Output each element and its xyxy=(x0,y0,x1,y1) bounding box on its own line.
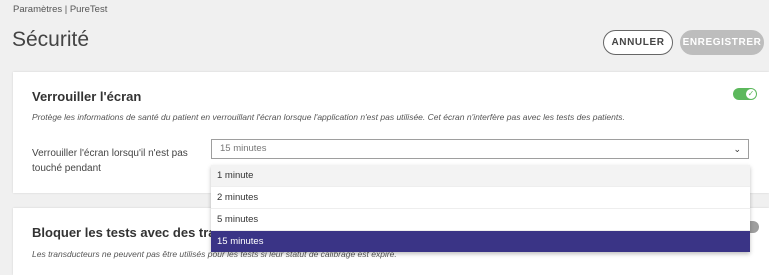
option-2-minutes[interactable]: 2 minutes xyxy=(211,187,750,209)
lock-timeout-value: 15 minutes xyxy=(220,143,267,154)
lock-timeout-dropdown: 1 minute 2 minutes 5 minutes 15 minutes xyxy=(211,165,750,252)
check-icon: ✓ xyxy=(746,89,756,99)
lock-timeout-label: Verrouiller l'écran lorsqu'il n'est pas … xyxy=(32,148,188,174)
option-1-minute[interactable]: 1 minute xyxy=(211,165,750,187)
lock-screen-title: Verrouiller l'écran xyxy=(32,89,142,104)
block-tests-title: Bloquer les tests avec des tra xyxy=(32,225,216,240)
cancel-button[interactable]: ANNULER xyxy=(603,30,673,55)
page-title: Sécurité xyxy=(12,28,90,51)
save-button[interactable]: ENREGISTRER xyxy=(680,30,764,55)
option-15-minutes[interactable]: 15 minutes xyxy=(211,231,750,252)
chevron-down-icon: ⌄ xyxy=(733,144,741,154)
lock-timeout-select[interactable]: 15 minutes ⌄ xyxy=(211,139,749,159)
lock-screen-toggle[interactable]: ✓ xyxy=(733,88,757,100)
option-5-minutes[interactable]: 5 minutes xyxy=(211,209,750,231)
breadcrumb[interactable]: Paramètres | PureTest xyxy=(13,4,107,15)
lock-screen-description: Protège les informations de santé du pat… xyxy=(32,112,625,122)
